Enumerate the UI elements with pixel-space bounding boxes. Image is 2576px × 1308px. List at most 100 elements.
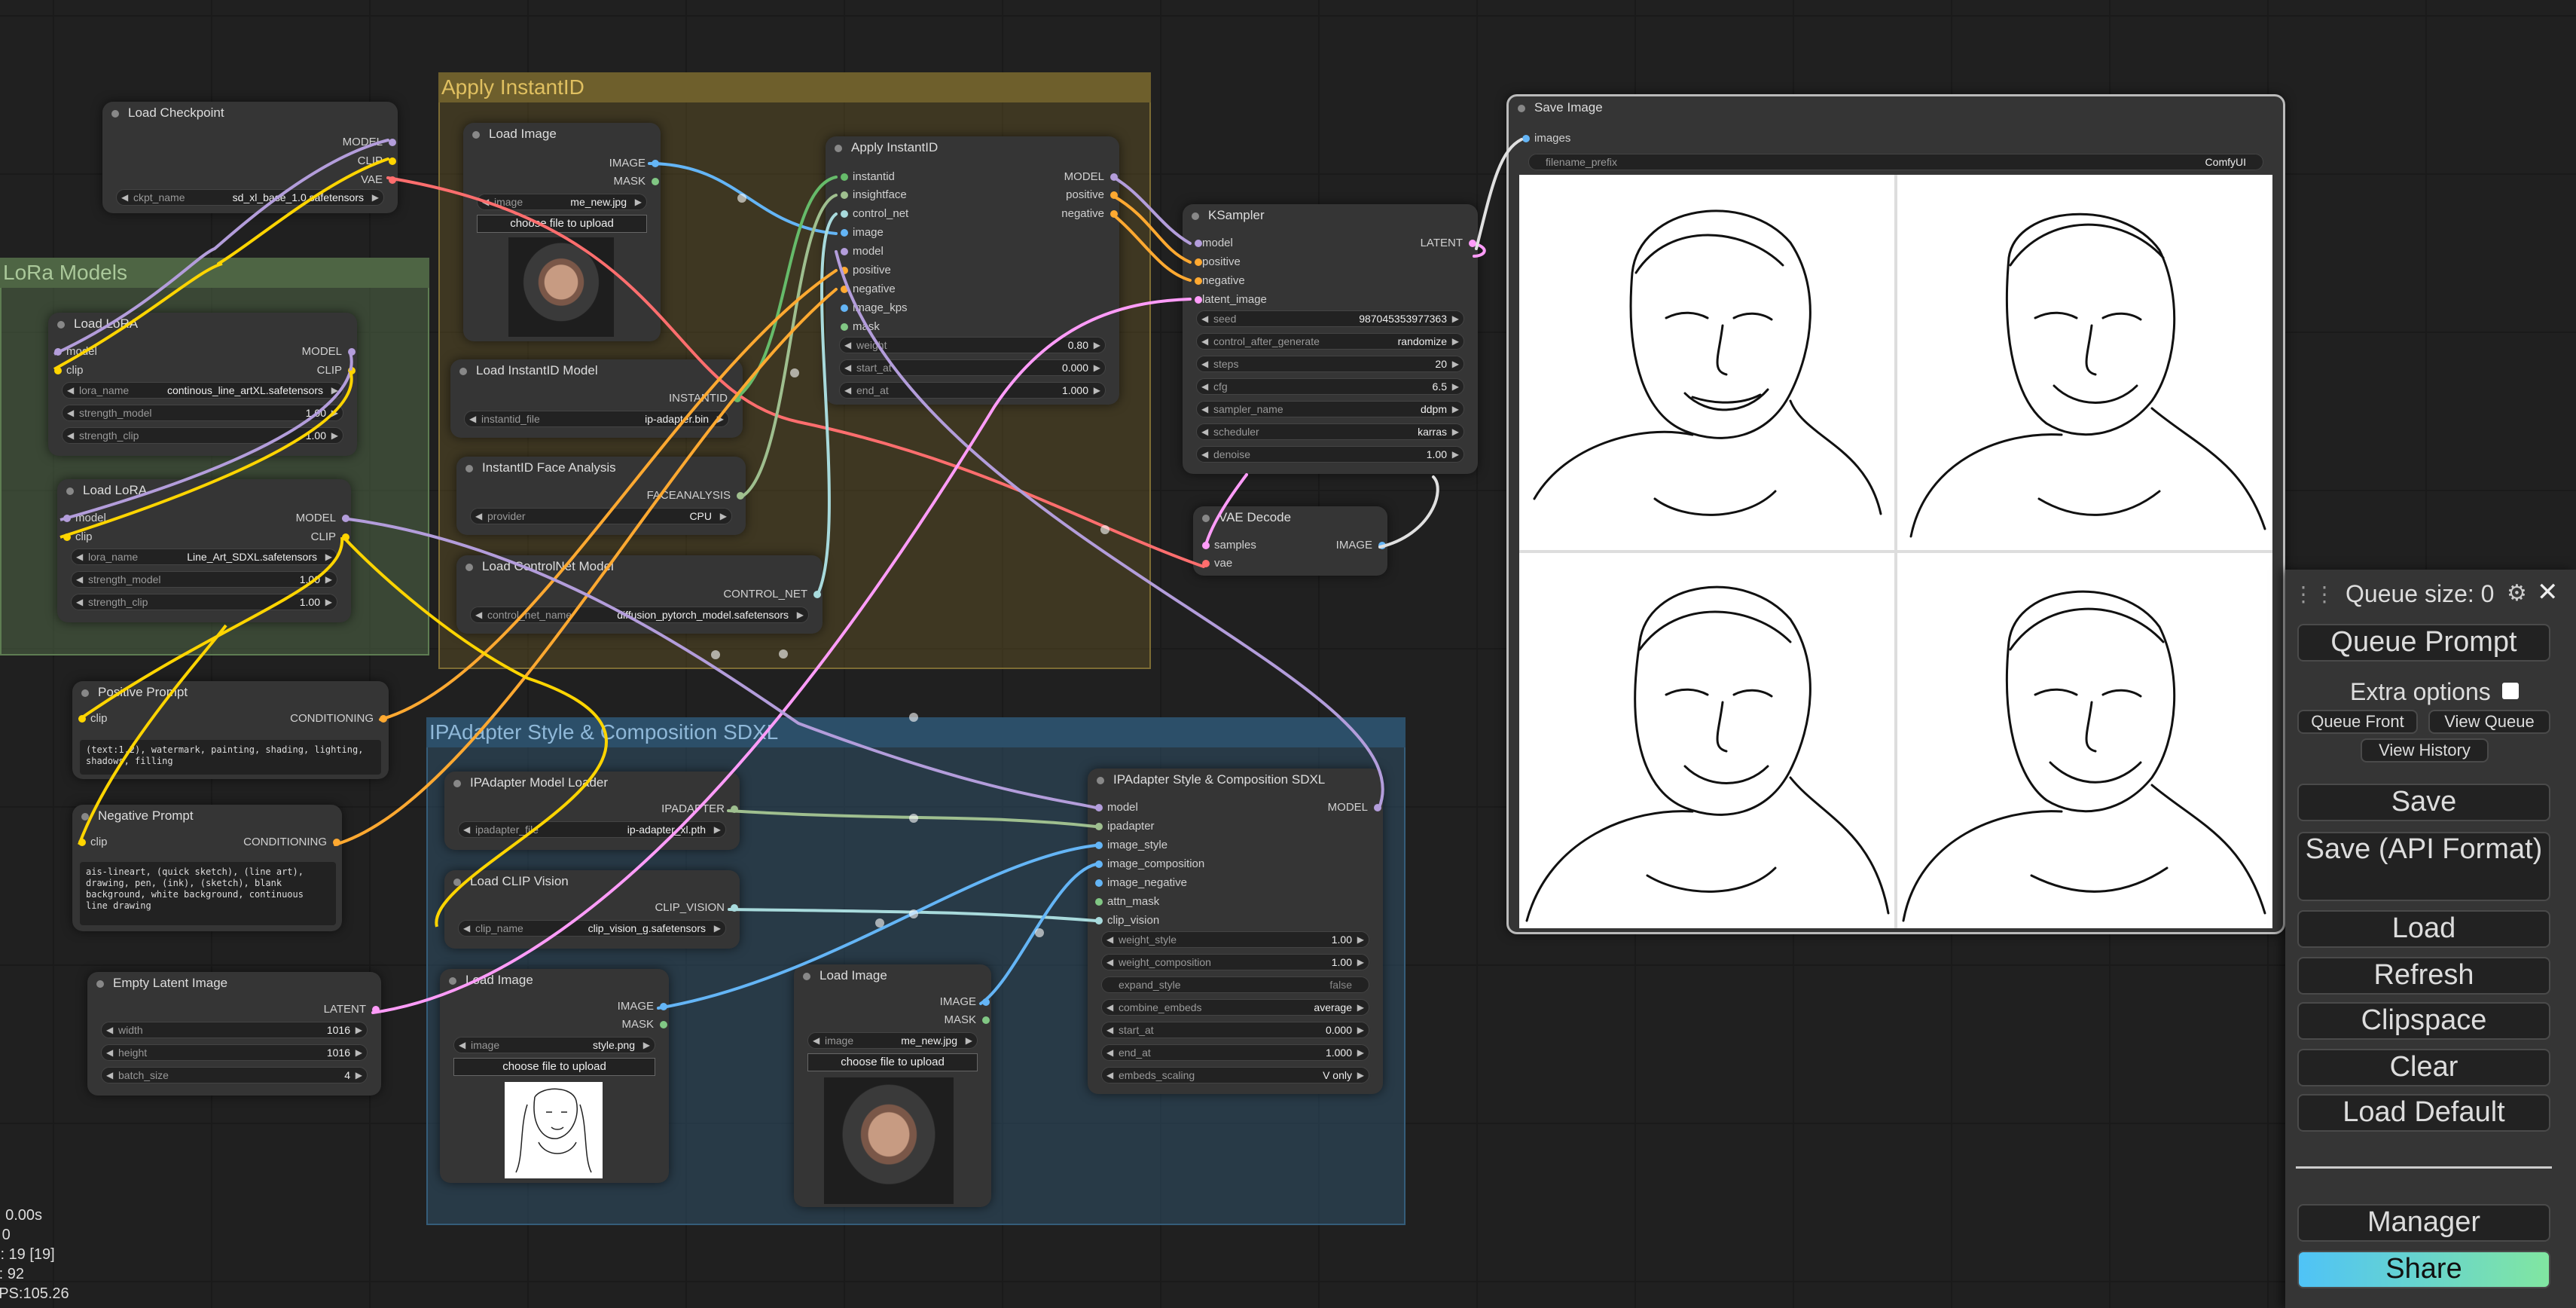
arrow-left-icon[interactable]: ◀	[76, 572, 83, 587]
view-queue-button[interactable]: View Queue	[2428, 710, 2550, 734]
number-end-at[interactable]: ◀ end_at 1.000 ▶	[839, 382, 1106, 399]
arrow-left-icon[interactable]: ◀	[1106, 1045, 1113, 1060]
slot-dot[interactable]	[380, 715, 387, 723]
output-mask[interactable]: MASK	[944, 1013, 990, 1028]
close-icon[interactable]: ✕	[2537, 577, 2559, 607]
arrow-right-icon[interactable]: ▶	[1357, 955, 1364, 970]
arrow-right-icon[interactable]: ▶	[720, 509, 727, 524]
combo-image[interactable]: ◀ image me_new.jpg ▶	[807, 1032, 978, 1049]
input-negative[interactable]: negative	[1195, 274, 1245, 289]
combo-clip-name[interactable]: ◀ clip_name clip_vision_g.safetensors ▶	[458, 920, 726, 937]
arrow-right-icon[interactable]: ▶	[325, 549, 332, 564]
arrow-right-icon[interactable]: ▶	[331, 405, 338, 420]
input-control-net[interactable]: control_net	[841, 206, 908, 222]
arrow-left-icon[interactable]: ◀	[67, 383, 74, 398]
input-model[interactable]: model	[1095, 800, 1138, 815]
arrow-left-icon[interactable]: ◀	[1201, 356, 1208, 371]
output-conditioning[interactable]: CONDITIONING	[290, 711, 387, 726]
number-weight-style[interactable]: ◀ weight_style 1.00 ▶	[1101, 931, 1369, 948]
arrow-right-icon[interactable]: ▶	[1452, 424, 1459, 439]
slot-dot[interactable]	[841, 210, 848, 218]
slot-dot[interactable]	[1469, 240, 1476, 247]
arrow-left-icon[interactable]: ◀	[106, 1022, 113, 1038]
output-instantid[interactable]: INSTANTID	[669, 391, 741, 406]
arrow-left-icon[interactable]: ◀	[463, 921, 470, 936]
output-control-net[interactable]: CONTROL_NET	[723, 587, 821, 602]
output-mask[interactable]: MASK	[613, 174, 659, 189]
arrow-right-icon[interactable]: ▶	[1452, 356, 1459, 371]
number-steps[interactable]: ◀ steps 20 ▶	[1196, 356, 1464, 372]
arrow-right-icon[interactable]: ▶	[1094, 360, 1100, 375]
node-load-lora-2[interactable]: Load LoRA model clip MODEL CLIP ◀ lora_na…	[57, 479, 351, 622]
slot-dot[interactable]	[1110, 210, 1118, 218]
queue-front-button[interactable]: Queue Front	[2297, 710, 2418, 734]
save-button[interactable]: Save	[2297, 784, 2550, 821]
slot-dot[interactable]	[389, 139, 396, 146]
slot-dot[interactable]	[1195, 277, 1202, 285]
arrow-right-icon[interactable]: ▶	[635, 194, 642, 209]
number-start-at[interactable]: ◀ start_at 0.000 ▶	[1101, 1022, 1369, 1038]
slot-dot[interactable]	[813, 591, 821, 598]
input-positive[interactable]: positive	[1195, 255, 1241, 270]
output-image[interactable]: IMAGE	[618, 999, 667, 1014]
arrow-right-icon[interactable]: ▶	[717, 411, 724, 426]
slot-dot[interactable]	[1110, 191, 1118, 199]
output-clip[interactable]: CLIP	[317, 363, 356, 378]
node-vae-decode[interactable]: VAE Decode samples vae IMAGE	[1193, 506, 1387, 576]
combo-ckpt-name[interactable]: ◀ ckpt_name sd_xl_base_1.0.safetensors ▶	[116, 189, 384, 206]
input-model[interactable]: model	[841, 244, 884, 259]
slot-dot[interactable]	[1195, 240, 1202, 247]
input-latent-image[interactable]: latent_image	[1195, 292, 1267, 307]
arrow-right-icon[interactable]: ▶	[714, 822, 721, 837]
number-seed[interactable]: ◀ seed 987045353977363 ▶	[1196, 310, 1464, 327]
node-load-clip-vision[interactable]: Load CLIP Vision CLIP_VISION ◀ clip_name c…	[444, 870, 740, 949]
arrow-right-icon[interactable]: ▶	[325, 572, 332, 587]
arrow-left-icon[interactable]: ◀	[1106, 955, 1113, 970]
arrow-left-icon[interactable]: ◀	[459, 1038, 465, 1053]
arrow-left-icon[interactable]: ◀	[475, 509, 482, 524]
node-save-image[interactable]: Save Image images filename_prefix ComfyUI	[1506, 94, 2285, 934]
node-empty-latent-image[interactable]: Empty Latent Image LATENT ◀ width 1016 ▶ ◀ h…	[87, 972, 381, 1096]
slot-dot[interactable]	[333, 839, 340, 846]
drag-handle-icon[interactable]: ⋮⋮	[2293, 582, 2335, 607]
slot-dot[interactable]	[841, 304, 848, 312]
arrow-left-icon[interactable]: ◀	[1106, 1000, 1113, 1015]
arrow-right-icon[interactable]: ▶	[1357, 1022, 1364, 1038]
input-image-negative[interactable]: image_negative	[1095, 876, 1187, 891]
share-button[interactable]: Share	[2297, 1251, 2550, 1288]
node-load-instantid-model[interactable]: Load InstantID Model INSTANTID ◀ instanti…	[450, 359, 743, 438]
arrow-left-icon[interactable]: ◀	[1201, 379, 1208, 394]
slot-dot[interactable]	[1195, 258, 1202, 266]
slot-dot[interactable]	[660, 1003, 667, 1010]
arrow-right-icon[interactable]: ▶	[1357, 932, 1364, 947]
arrow-left-icon[interactable]: ◀	[1201, 447, 1208, 462]
node-load-image-composition[interactable]: Load Image IMAGE MASK ◀ image me_new.jpg ▶ …	[794, 964, 991, 1207]
input-model[interactable]: model	[54, 344, 97, 359]
input-positive[interactable]: positive	[841, 263, 891, 278]
arrow-right-icon[interactable]: ▶	[325, 594, 332, 610]
upload-button[interactable]: choose file to upload	[807, 1053, 978, 1071]
arrow-left-icon[interactable]: ◀	[106, 1068, 113, 1083]
arrow-left-icon[interactable]: ◀	[76, 594, 83, 610]
input-model[interactable]: model	[1195, 236, 1233, 251]
arrow-right-icon[interactable]: ▶	[1094, 338, 1100, 353]
output-ipadapter[interactable]: IPADAPTER	[661, 802, 738, 817]
arrow-right-icon[interactable]: ▶	[1357, 1045, 1364, 1060]
slot-dot[interactable]	[1095, 842, 1103, 849]
upload-button[interactable]: choose file to upload	[477, 215, 647, 233]
arrow-right-icon[interactable]: ▶	[966, 1033, 972, 1048]
number-weight[interactable]: ◀ weight 0.80 ▶	[839, 337, 1106, 353]
arrow-left-icon[interactable]: ◀	[844, 360, 851, 375]
arrow-right-icon[interactable]: ▶	[1452, 379, 1459, 394]
number-strength-model[interactable]: ◀ strength_model 1.00 ▶	[62, 405, 343, 421]
input-clip[interactable]: clip	[63, 530, 93, 545]
slot-dot[interactable]	[78, 839, 86, 846]
output-image[interactable]: IMAGE	[1336, 538, 1386, 553]
clear-button[interactable]: Clear	[2297, 1049, 2550, 1086]
slot-dot[interactable]	[348, 367, 356, 374]
slot-dot[interactable]	[1110, 173, 1118, 181]
output-model[interactable]: MODEL	[302, 344, 356, 359]
slot-dot[interactable]	[54, 367, 62, 374]
arrow-right-icon[interactable]: ▶	[1452, 311, 1459, 326]
slot-dot[interactable]	[1202, 542, 1210, 549]
